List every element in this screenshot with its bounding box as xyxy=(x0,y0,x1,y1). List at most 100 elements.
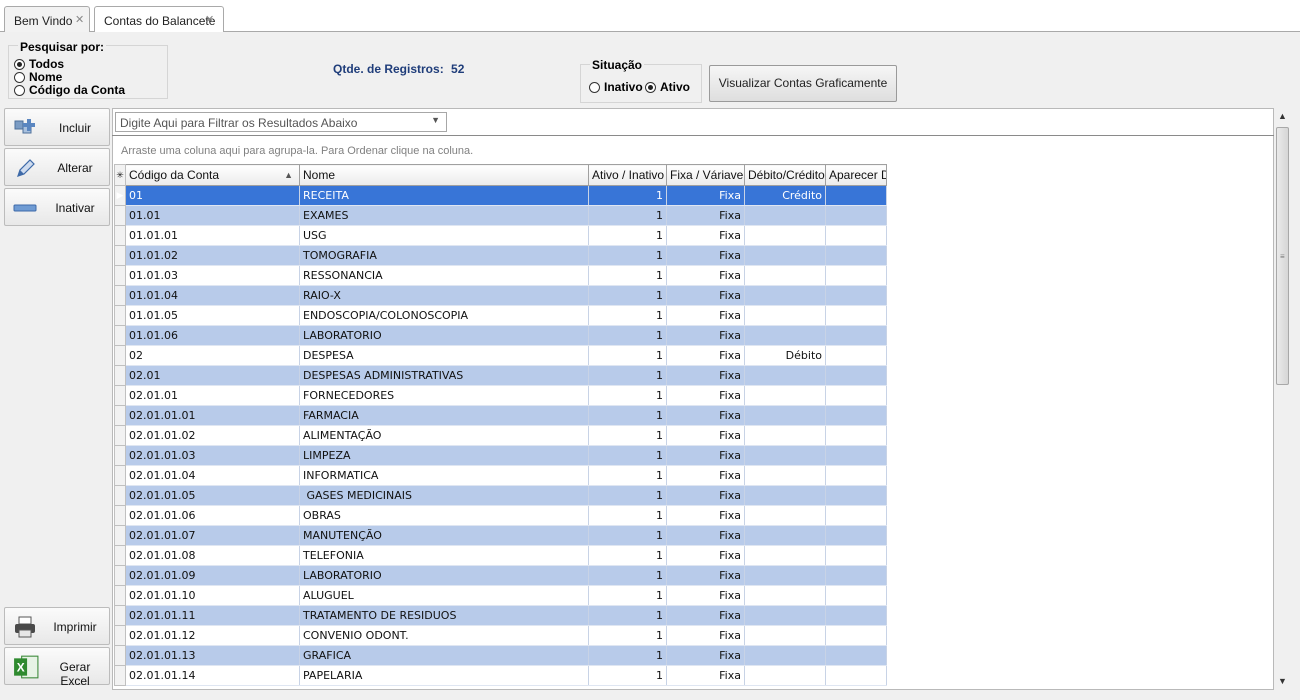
current-row-indicator-icon[interactable]: ▶ xyxy=(114,185,126,206)
cell-nome[interactable]: RECEITA xyxy=(299,185,589,206)
cell-codigo[interactable]: 02.01.01.10 xyxy=(125,585,300,606)
cell-ativo[interactable]: 1 xyxy=(588,505,667,526)
cell-debito-credito[interactable] xyxy=(744,505,826,526)
table-row[interactable]: 02.01.01.12 CONVENIO ODONT. 1 Fixa xyxy=(114,625,887,646)
cell-codigo[interactable]: 02.01.01.14 xyxy=(125,665,300,686)
cell-debito-credito[interactable] xyxy=(744,625,826,646)
row-indicator[interactable] xyxy=(114,345,126,366)
cell-codigo[interactable]: 02.01.01.07 xyxy=(125,525,300,546)
cell-fixa[interactable]: Fixa xyxy=(666,325,745,346)
cell-fixa[interactable]: Fixa xyxy=(666,365,745,386)
row-indicator[interactable] xyxy=(114,525,126,546)
cell-codigo[interactable]: 02.01.01.12 xyxy=(125,625,300,646)
cell-nome[interactable]: INFORMATICA xyxy=(299,465,589,486)
cell-nome[interactable]: ENDOSCOPIA/COLONOSCOPIA xyxy=(299,305,589,326)
row-indicator[interactable] xyxy=(114,585,126,606)
column-header-fixa[interactable]: Fixa / Váriavel xyxy=(666,164,745,186)
row-indicator[interactable] xyxy=(114,265,126,286)
table-row[interactable]: 02.01.01.14 PAPELARIA 1 Fixa xyxy=(114,665,887,686)
cell-fixa[interactable]: Fixa xyxy=(666,285,745,306)
cell-ativo[interactable]: 1 xyxy=(588,225,667,246)
cell-aparecer[interactable] xyxy=(825,505,887,526)
cell-aparecer[interactable] xyxy=(825,225,887,246)
cell-codigo[interactable]: 01.01.02 xyxy=(125,245,300,266)
cell-fixa[interactable]: Fixa xyxy=(666,525,745,546)
radio-icon[interactable] xyxy=(589,81,600,93)
cell-ativo[interactable]: 1 xyxy=(588,585,667,606)
cell-codigo[interactable]: 02.01.01.08 xyxy=(125,545,300,566)
cell-fixa[interactable]: Fixa xyxy=(666,485,745,506)
tab-bem-vindo[interactable]: Bem Vindo ✕ xyxy=(4,6,90,32)
cell-aparecer[interactable] xyxy=(825,405,887,426)
cell-aparecer[interactable] xyxy=(825,185,887,206)
row-indicator[interactable] xyxy=(114,665,126,686)
table-row[interactable]: 01.01.05 ENDOSCOPIA/COLONOSCOPIA 1 Fixa xyxy=(114,305,887,326)
cell-ativo[interactable]: 1 xyxy=(588,645,667,666)
radio-ativo[interactable]: Ativo xyxy=(645,80,690,94)
cell-aparecer[interactable] xyxy=(825,305,887,326)
cell-aparecer[interactable] xyxy=(825,325,887,346)
row-indicator[interactable] xyxy=(114,565,126,586)
row-indicator[interactable] xyxy=(114,305,126,326)
table-row[interactable]: 02.01 DESPESAS ADMINISTRATIVAS 1 Fixa xyxy=(114,365,887,386)
row-indicator[interactable] xyxy=(114,325,126,346)
scroll-down-icon[interactable]: ▼ xyxy=(1274,673,1291,690)
cell-debito-credito[interactable] xyxy=(744,665,826,686)
row-indicator[interactable] xyxy=(114,425,126,446)
table-row[interactable]: 02.01.01.04 INFORMATICA 1 Fixa xyxy=(114,465,887,486)
cell-debito-credito[interactable] xyxy=(744,265,826,286)
cell-codigo[interactable]: 02.01.01.03 xyxy=(125,445,300,466)
table-row[interactable]: 01.01 EXAMES 1 Fixa xyxy=(114,205,887,226)
cell-codigo[interactable]: 02 xyxy=(125,345,300,366)
table-row[interactable]: 02.01.01.09 LABORATORIO 1 Fixa xyxy=(114,565,887,586)
cell-nome[interactable]: TOMOGRAFIA xyxy=(299,245,589,266)
table-row[interactable]: 02.01.01.02 ALIMENTAÇÃO 1 Fixa xyxy=(114,425,887,446)
row-indicator[interactable] xyxy=(114,605,126,626)
vertical-scrollbar[interactable]: ▲ ≡ ▼ xyxy=(1274,108,1291,690)
cell-nome[interactable]: TELEFONIA xyxy=(299,545,589,566)
filter-combo[interactable]: Digite Aqui para Filtrar os Resultados A… xyxy=(115,112,447,132)
cell-aparecer[interactable] xyxy=(825,585,887,606)
cell-fixa[interactable]: Fixa xyxy=(666,245,745,266)
row-indicator[interactable] xyxy=(114,445,126,466)
close-icon[interactable]: ✕ xyxy=(75,13,84,26)
cell-codigo[interactable]: 01.01.01 xyxy=(125,225,300,246)
column-header-debito-credito[interactable]: Débito/Crédito xyxy=(744,164,826,186)
cell-ativo[interactable]: 1 xyxy=(588,665,667,686)
row-indicator[interactable] xyxy=(114,225,126,246)
cell-fixa[interactable]: Fixa xyxy=(666,605,745,626)
cell-aparecer[interactable] xyxy=(825,665,887,686)
table-row[interactable]: 01.01.02 TOMOGRAFIA 1 Fixa xyxy=(114,245,887,266)
cell-codigo[interactable]: 01 xyxy=(125,185,300,206)
table-row[interactable]: 02 DESPESA 1 Fixa Débito xyxy=(114,345,887,366)
cell-nome[interactable]: LABORATORIO xyxy=(299,565,589,586)
cell-nome[interactable]: OBRAS xyxy=(299,505,589,526)
cell-aparecer[interactable] xyxy=(825,485,887,506)
cell-ativo[interactable]: 1 xyxy=(588,245,667,266)
cell-codigo[interactable]: 02.01.01.01 xyxy=(125,405,300,426)
table-row[interactable]: 02.01.01.10 ALUGUEL 1 Fixa xyxy=(114,585,887,606)
row-indicator[interactable] xyxy=(114,545,126,566)
cell-fixa[interactable]: Fixa xyxy=(666,585,745,606)
table-row[interactable]: 02.01.01.08 TELEFONIA 1 Fixa xyxy=(114,545,887,566)
table-row[interactable]: 02.01.01.07 MANUTENÇÃO 1 Fixa xyxy=(114,525,887,546)
cell-nome[interactable]: FARMACIA xyxy=(299,405,589,426)
cell-nome[interactable]: EXAMES xyxy=(299,205,589,226)
cell-nome[interactable]: FORNECEDORES xyxy=(299,385,589,406)
radio-inativo[interactable]: Inativo xyxy=(589,80,643,94)
cell-aparecer[interactable] xyxy=(825,545,887,566)
cell-fixa[interactable]: Fixa xyxy=(666,645,745,666)
cell-nome[interactable]: GASES MEDICINAIS xyxy=(299,485,589,506)
table-row[interactable]: 01.01.01 USG 1 Fixa xyxy=(114,225,887,246)
cell-debito-credito[interactable] xyxy=(744,585,826,606)
cell-codigo[interactable]: 01.01.04 xyxy=(125,285,300,306)
cell-ativo[interactable]: 1 xyxy=(588,345,667,366)
cell-nome[interactable]: GRAFICA xyxy=(299,645,589,666)
cell-fixa[interactable]: Fixa xyxy=(666,425,745,446)
cell-debito-credito[interactable] xyxy=(744,405,826,426)
cell-fixa[interactable]: Fixa xyxy=(666,185,745,206)
radio-icon[interactable] xyxy=(645,81,656,93)
cell-ativo[interactable]: 1 xyxy=(588,465,667,486)
cell-fixa[interactable]: Fixa xyxy=(666,405,745,426)
cell-aparecer[interactable] xyxy=(825,625,887,646)
